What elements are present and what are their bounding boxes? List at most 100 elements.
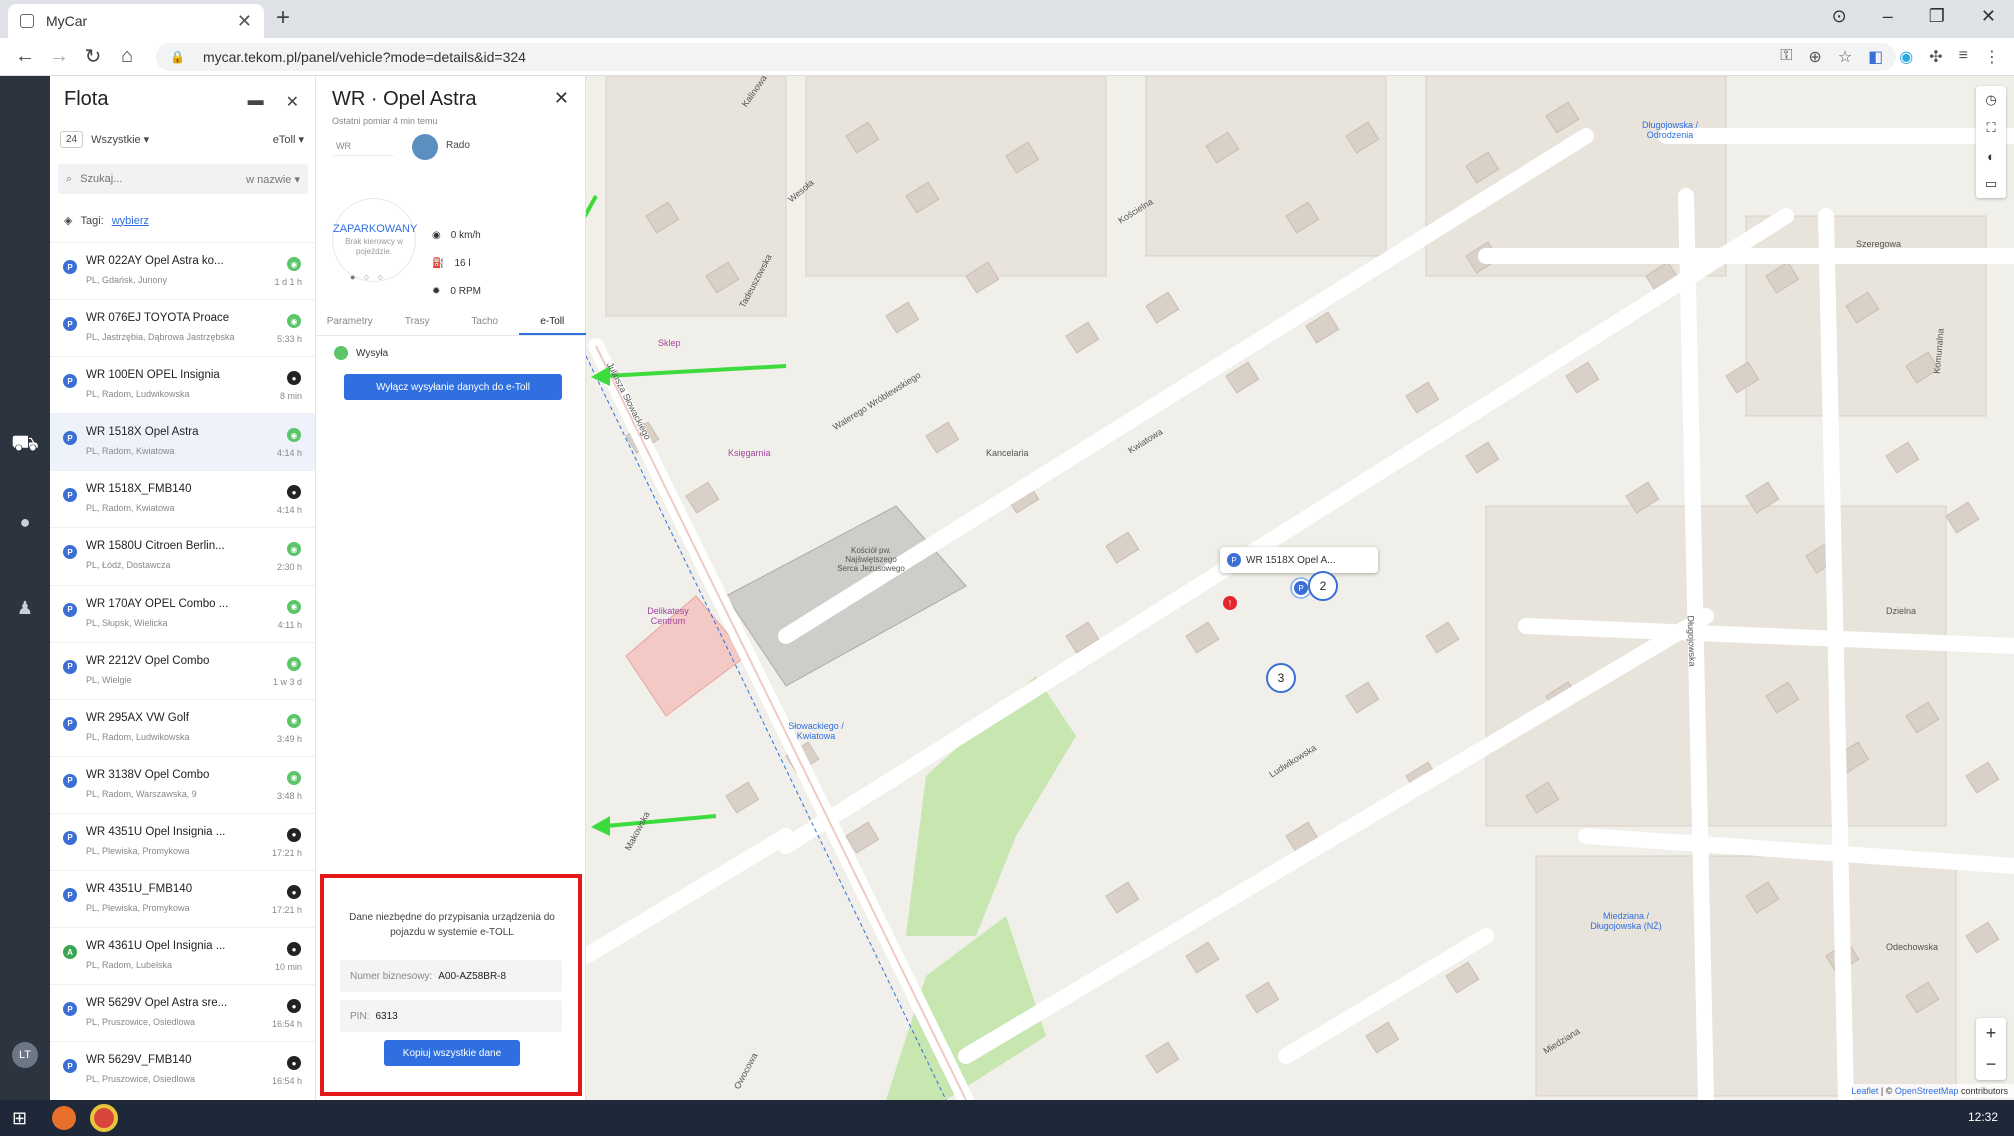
etoll-status-icon: ◉ xyxy=(287,656,301,671)
lock-icon[interactable]: 🔒 xyxy=(170,50,185,64)
vehicle-row[interactable]: P WR 5629V_FMB140 PL, Pruszowice, Osiedlow… xyxy=(50,1041,315,1098)
map-clock-icon[interactable]: ◷ xyxy=(1985,92,1996,108)
address-bar[interactable]: 🔒 mycar.tekom.pl/panel/vehicle?mode=deta… xyxy=(156,43,1896,71)
vehicle-row[interactable]: P WR 295AX VW Golf PL, Radom, Ludwikowska ◉… xyxy=(50,698,315,756)
driver-name: Rado xyxy=(446,140,470,151)
close-window-icon[interactable]: ✕ xyxy=(1981,6,1996,27)
tags-select-link[interactable]: wybierz xyxy=(112,215,149,227)
clock: 12:32 xyxy=(1967,1110,1998,1124)
new-tab-icon[interactable]: + xyxy=(276,4,290,32)
tab-parameters[interactable]: Parametry xyxy=(316,306,384,335)
windows-start-icon[interactable]: ⊞ xyxy=(12,1108,27,1129)
vehicle-location: PL, Słupsk, Wielicka xyxy=(86,617,168,628)
restore-icon[interactable]: ❐ xyxy=(1929,6,1945,27)
media-icon[interactable]: ≡ xyxy=(1959,47,1968,67)
vehicle-location: PL, Wielgie xyxy=(86,674,132,685)
vehicle-pin-icon: P xyxy=(63,431,77,446)
vehicle-row[interactable]: P WR 4351U_FMB140 PL, Plewiska, Promykowa ●… xyxy=(50,870,315,927)
menu-dots-icon[interactable]: ⋮ xyxy=(1984,47,2000,67)
extension-globe-icon[interactable]: ◉ xyxy=(1899,47,1913,67)
vehicle-location: PL, Plewiska, Promykowa xyxy=(86,903,190,914)
tab-close-icon[interactable]: ✕ xyxy=(237,11,252,32)
leaflet-link[interactable]: Leaflet xyxy=(1851,1086,1878,1096)
notifications-bell-icon[interactable]: ♟ xyxy=(0,598,50,619)
vehicle-row[interactable]: P WR 1518X_FMB140 PL, Radom, Kwiatowa ● 4:14… xyxy=(50,470,315,527)
vehicle-row[interactable]: P WR 4351U Opel Insignia ... PL, Plewiska,… xyxy=(50,812,315,870)
key-icon[interactable]: ⚿ xyxy=(1780,47,1792,67)
app-rail: ⛟ ● ♟ LT xyxy=(0,76,50,1100)
extension-icons: ⚿ ⊕ ☆ ◧ ◉ ✣ ≡ ⋮ xyxy=(1780,47,2000,67)
puzzle-icon[interactable]: ✣ xyxy=(1929,47,1942,67)
forward-icon[interactable]: → xyxy=(42,45,76,68)
street-label: Dzielna xyxy=(1886,606,1917,616)
user-avatar[interactable]: LT xyxy=(12,1042,38,1068)
zoom-icon[interactable]: ⊕ xyxy=(1808,47,1821,67)
map-view[interactable]: ◷ ⛶ ◐ ▭ P WR 1518X Opel A... P 2 3 ! Jul… xyxy=(586,76,2014,1100)
cluster-marker-2[interactable]: 2 xyxy=(1308,571,1338,601)
vehicle-row[interactable]: P WR 1580U Citroen Berlin... PL, Łódź, Dos… xyxy=(50,527,315,584)
osm-link[interactable]: OpenStreetMap xyxy=(1895,1086,1959,1096)
firefox-icon[interactable] xyxy=(52,1106,76,1130)
search-input[interactable] xyxy=(80,173,247,185)
vehicle-row[interactable]: P WR 100EN OPEL Insignia PL, Radom, Ludwik… xyxy=(50,356,315,413)
reload-icon[interactable]: ↻ xyxy=(76,44,110,69)
vehicle-location: PL, Pruszowice, Osiedlowa xyxy=(86,1017,196,1028)
vehicle-row[interactable]: A WR 4361U Opel Insignia ... PL, Radom, Lu… xyxy=(50,927,315,984)
vehicle-popup[interactable]: P WR 1518X Opel A... xyxy=(1220,547,1378,573)
search-scope-dropdown[interactable]: w nazwie ▾ xyxy=(246,173,300,186)
close-detail-icon[interactable]: ✕ xyxy=(554,88,569,109)
fuel-value: 16 l xyxy=(454,258,471,269)
chrome-icon[interactable] xyxy=(90,1104,118,1132)
alert-marker[interactable]: ! xyxy=(1223,596,1237,610)
map-layers-icon[interactable]: ▭ xyxy=(1985,176,1997,192)
vehicle-pin-icon: P xyxy=(63,317,77,332)
minimize-panel-icon[interactable]: ▬ xyxy=(248,92,264,112)
vehicle-row[interactable]: P WR 2212V Opel Combo PL, Wielgie ◉ 1 w 3 d xyxy=(50,641,315,699)
mycar-favicon-icon xyxy=(20,14,34,28)
disable-etoll-button[interactable]: Wyłącz wysyłanie danych do e-Toll xyxy=(344,374,562,400)
copy-all-data-button[interactable]: Kopiuj wszystkie dane xyxy=(384,1040,520,1066)
street-label: Odechowska xyxy=(1886,942,1939,952)
profile-menu-icon[interactable]: ⊙ xyxy=(1832,6,1847,27)
cluster-marker-3[interactable]: 3 xyxy=(1266,663,1296,693)
attribution-tail: contributors xyxy=(1960,1086,2008,1096)
bookmark-star-icon[interactable]: ☆ xyxy=(1838,47,1852,67)
window-controls: ⊙ – ❐ ✕ xyxy=(1832,6,1996,27)
pin-field[interactable]: PIN: 6313 xyxy=(340,1000,562,1032)
etoll-filter-dropdown[interactable]: eToll ▾ xyxy=(273,133,304,146)
map-fullscreen-icon[interactable]: ⛶ xyxy=(1986,120,1995,136)
vehicle-row[interactable]: P WR 022AY Opel Astra ko... PL, Gdańsk, Ju… xyxy=(50,242,315,299)
zoom-in-icon[interactable]: + xyxy=(1986,1023,1997,1044)
status-pager[interactable]: ● ○ ○ xyxy=(350,272,386,282)
group-filter-dropdown[interactable]: Wszystkie ▾ xyxy=(91,133,149,146)
translate-icon[interactable]: ◧ xyxy=(1868,47,1883,67)
etoll-status-icon: ● xyxy=(287,485,301,500)
vehicle-name: WR 5629V_FMB140 xyxy=(86,1054,192,1067)
close-panel-icon[interactable]: ✕ xyxy=(286,92,299,112)
tab-routes[interactable]: Trasy xyxy=(384,306,452,335)
vehicle-time: 3:48 h xyxy=(276,790,302,801)
map-eye-icon[interactable]: ◐ xyxy=(1987,149,1995,164)
etoll-status-icon: ◉ xyxy=(287,257,301,271)
vehicle-row[interactable]: P WR 076EJ TOYOTA Proace PL, Jastrzębia, D… xyxy=(50,299,315,356)
etoll-status-icon: ◉ xyxy=(287,770,301,785)
back-icon[interactable]: ← xyxy=(8,45,42,68)
street-label: Długojowska xyxy=(1685,615,1698,667)
zoom-out-icon[interactable]: − xyxy=(1986,1054,1997,1075)
vehicle-row[interactable]: P WR 1518X Opel Astra PL, Radom, Kwiatowa ◉… xyxy=(50,413,315,471)
drivers-person-icon[interactable]: ● xyxy=(0,512,50,533)
vehicle-pin-icon: P xyxy=(63,602,77,617)
minimize-icon[interactable]: – xyxy=(1883,6,1893,27)
poi-label: Kancelaria xyxy=(986,448,1029,458)
status-label: ZAPARKOWANY xyxy=(333,223,418,235)
fleet-cars-icon[interactable]: ⛟ xyxy=(0,430,50,459)
vehicle-row[interactable]: P WR 3138V Opel Combo PL, Radom, Warszawsk… xyxy=(50,755,315,813)
tab-etoll[interactable]: e-Toll xyxy=(518,306,586,335)
vehicle-location: PL, Radom, Ludwikowska xyxy=(86,389,190,400)
business-number-field[interactable]: Numer biznesowy: A00-AZ58BR-8 xyxy=(340,960,562,992)
vehicle-row[interactable]: P WR 170AY OPEL Combo ... PL, Słupsk, Wiel… xyxy=(50,584,315,642)
browser-tab[interactable]: MyCar ✕ xyxy=(8,4,264,38)
home-icon[interactable]: ⌂ xyxy=(110,45,144,68)
vehicle-row[interactable]: P WR 5629V Opel Astra sre... PL, Pruszowic… xyxy=(50,984,315,1041)
tab-tacho[interactable]: Tacho xyxy=(451,306,519,335)
